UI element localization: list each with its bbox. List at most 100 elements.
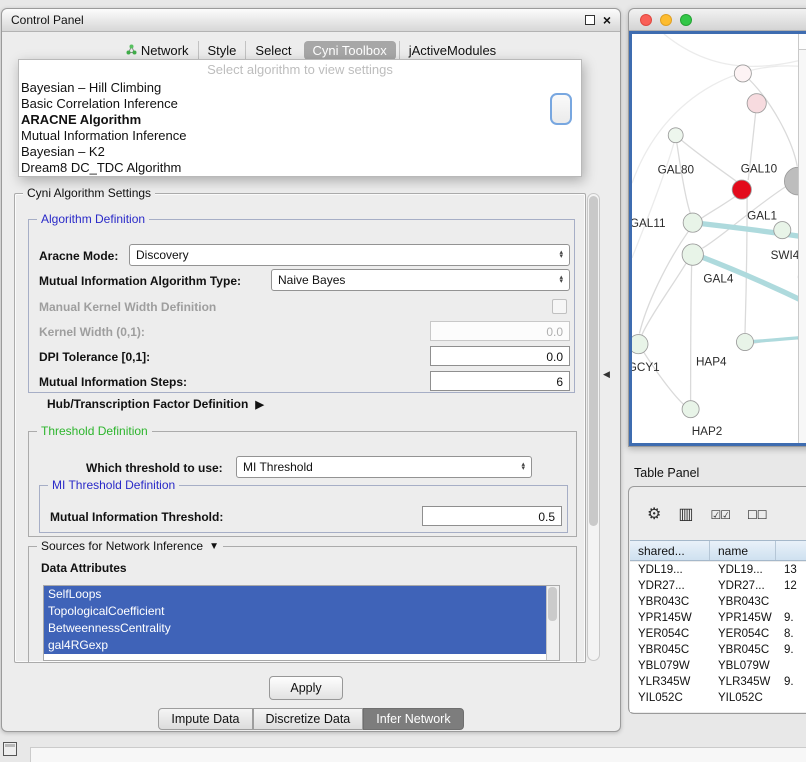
- close-window-icon[interactable]: ×: [603, 13, 611, 27]
- graph-edge[interactable]: [632, 136, 676, 258]
- graph-node[interactable]: [732, 180, 751, 199]
- column-layout-icon[interactable]: ▥: [678, 507, 693, 523]
- threshold-definition-title: Threshold Definition: [37, 424, 152, 438]
- kernel-width-field[interactable]: 0.0: [430, 321, 570, 341]
- algorithm-option-bayesian-hill-climbing[interactable]: Bayesian – Hill Climbing: [19, 80, 581, 96]
- kernel-width-label: Kernel Width (0,1):: [39, 325, 145, 339]
- bottom-tab-infer-network[interactable]: Infer Network: [363, 708, 463, 730]
- dpi-tolerance-field[interactable]: 0.0: [430, 346, 570, 366]
- table-row[interactable]: YBR043CYBR043C: [630, 594, 806, 610]
- graph-node[interactable]: [683, 213, 702, 232]
- table-row[interactable]: YDL19...YDL19...13: [630, 562, 806, 578]
- scrollbar-button[interactable]: [799, 34, 806, 50]
- bottom-tab-discretize-data[interactable]: Discretize Data: [253, 708, 364, 730]
- table-cell: YLR345W: [630, 676, 710, 688]
- attribute-item-selfloops[interactable]: SelfLoops: [44, 586, 559, 603]
- dropdown-placeholder: Select algorithm to view settings: [19, 60, 581, 80]
- panel-corner-icon[interactable]: [3, 742, 17, 756]
- table-row[interactable]: YBL079WYBL079W: [630, 658, 806, 674]
- graph-node[interactable]: [734, 65, 751, 82]
- graph-node[interactable]: [632, 335, 648, 354]
- window-buttons: ×: [585, 13, 611, 27]
- zoom-traffic-light-icon[interactable]: [680, 14, 692, 26]
- data-attributes-list[interactable]: SelfLoopsTopologicalCoefficientBetweenne…: [43, 585, 560, 661]
- sources-section-header[interactable]: Sources for Network Inference ▼: [37, 539, 223, 553]
- hub-transcription-factor-section[interactable]: Hub/Transcription Factor Definition ▶: [47, 397, 264, 411]
- deselect-checkbox-icon[interactable]: ☐☐: [747, 509, 767, 521]
- restore-window-icon[interactable]: [585, 15, 595, 25]
- table-row[interactable]: YLR345WYLR345W9.: [630, 674, 806, 690]
- graph-edge[interactable]: [643, 351, 685, 405]
- column-header-name[interactable]: name: [710, 541, 776, 560]
- scrollbar-thumb[interactable]: [589, 196, 598, 526]
- table-row[interactable]: YBR045CYBR045C9.: [630, 642, 806, 658]
- settings-scrollbar[interactable]: [587, 193, 600, 661]
- bottom-tab-impute-data[interactable]: Impute Data: [158, 708, 252, 730]
- attributes-list-scrollbar[interactable]: [546, 586, 559, 660]
- threshold-definition-group: Threshold Definition Which threshold to …: [28, 431, 577, 537]
- graph-node[interactable]: [747, 94, 766, 113]
- expand-down-icon[interactable]: ▼: [209, 541, 219, 552]
- scrollbar-thumb[interactable]: [548, 587, 557, 621]
- column-header-shared[interactable]: shared...: [630, 541, 710, 560]
- table-cell: YBL079W: [630, 660, 710, 672]
- mi-threshold-field[interactable]: 0.5: [422, 506, 562, 526]
- combo-arrows-icon: ▴▾: [559, 251, 563, 260]
- mi-steps-field[interactable]: 6: [430, 371, 570, 391]
- algorithm-option-mutual-information-inference[interactable]: Mutual Information Inference: [19, 128, 581, 144]
- tab-network[interactable]: Network: [117, 41, 198, 60]
- algorithm-option-bayesian-k2[interactable]: Bayesian – K2: [19, 144, 581, 160]
- algorithm-option-basic-correlation-inference[interactable]: Basic Correlation Inference: [19, 96, 581, 112]
- settings-gear-icon[interactable]: ⚙: [647, 507, 661, 523]
- column-header-2[interactable]: [776, 541, 806, 560]
- attribute-item-betweennesscentrality[interactable]: BetweennessCentrality: [44, 620, 559, 637]
- table-row[interactable]: YDR27...YDR27...12: [630, 578, 806, 594]
- table-cell: YBR045C: [710, 644, 776, 656]
- tab-style[interactable]: Style: [198, 41, 246, 60]
- graph-edge[interactable]: [745, 335, 806, 342]
- graph-node[interactable]: [682, 244, 703, 265]
- tab-select[interactable]: Select: [245, 41, 300, 60]
- algorithm-option-dream8-dc-tdc-algorithm[interactable]: Dream8 DC_TDC Algorithm: [19, 160, 581, 176]
- table-cell: YPR145W: [630, 612, 710, 624]
- help-button[interactable]: [550, 93, 572, 125]
- close-traffic-light-icon[interactable]: [640, 14, 652, 26]
- aracne-mode-select[interactable]: Discovery ▴▾: [129, 244, 570, 266]
- minimize-traffic-light-icon[interactable]: [660, 14, 672, 26]
- splitter-collapse-icon[interactable]: ◀: [603, 369, 610, 380]
- graph-edge[interactable]: [639, 231, 688, 333]
- network-vertical-scrollbar[interactable]: [798, 34, 806, 443]
- graph-edge[interactable]: [691, 263, 692, 400]
- tab-jactivemodules[interactable]: jActiveModules: [399, 41, 505, 60]
- tab-label: Select: [255, 43, 291, 58]
- mi-threshold-label: Mutual Information Threshold:: [50, 510, 223, 524]
- attribute-item-gal4rgexp[interactable]: gal4RGexp: [44, 637, 559, 654]
- network-canvas[interactable]: GAL80GAL10GAL11GAL1SWI4GAL4GCY1HAP4HAP2: [629, 31, 806, 446]
- graph-node[interactable]: [736, 334, 753, 351]
- network-window-titlebar[interactable]: [629, 9, 806, 31]
- graph-node[interactable]: [668, 128, 683, 143]
- algorithm-option-aracne-algorithm[interactable]: ARACNE Algorithm: [19, 112, 581, 128]
- mi-algorithm-type-select[interactable]: Naive Bayes ▴▾: [271, 269, 570, 291]
- select-all-checkbox-icon[interactable]: ☑☑: [710, 509, 730, 521]
- collapse-right-icon[interactable]: ▶: [255, 398, 263, 411]
- table-cell: 9.: [776, 644, 806, 656]
- table-row[interactable]: YPR145WYPR145W9.: [630, 610, 806, 626]
- table-cell: YBL079W: [710, 660, 776, 672]
- graph-node[interactable]: [774, 222, 791, 239]
- attribute-item-topologicalcoefficient[interactable]: TopologicalCoefficient: [44, 603, 559, 620]
- graph-node-label: GAL11: [632, 217, 665, 230]
- manual-kernel-width-checkbox[interactable]: [552, 299, 567, 314]
- which-threshold-select[interactable]: MI Threshold ▴▾: [236, 456, 532, 478]
- graph-edge[interactable]: [664, 34, 806, 66]
- graph-node[interactable]: [682, 401, 699, 418]
- tab-cyni-toolbox[interactable]: Cyni Toolbox: [304, 41, 396, 60]
- graph-edge[interactable]: [676, 135, 742, 185]
- table-row[interactable]: YER054CYER054C8.: [630, 626, 806, 642]
- table-cell: YER054C: [710, 628, 776, 640]
- control-panel-titlebar[interactable]: Control Panel ×: [2, 9, 620, 32]
- table-cell: YER054C: [630, 628, 710, 640]
- manual-kernel-width-label: Manual Kernel Width Definition: [39, 300, 216, 314]
- table-row[interactable]: YIL052CYIL052C: [630, 690, 806, 706]
- apply-button[interactable]: Apply: [269, 676, 343, 700]
